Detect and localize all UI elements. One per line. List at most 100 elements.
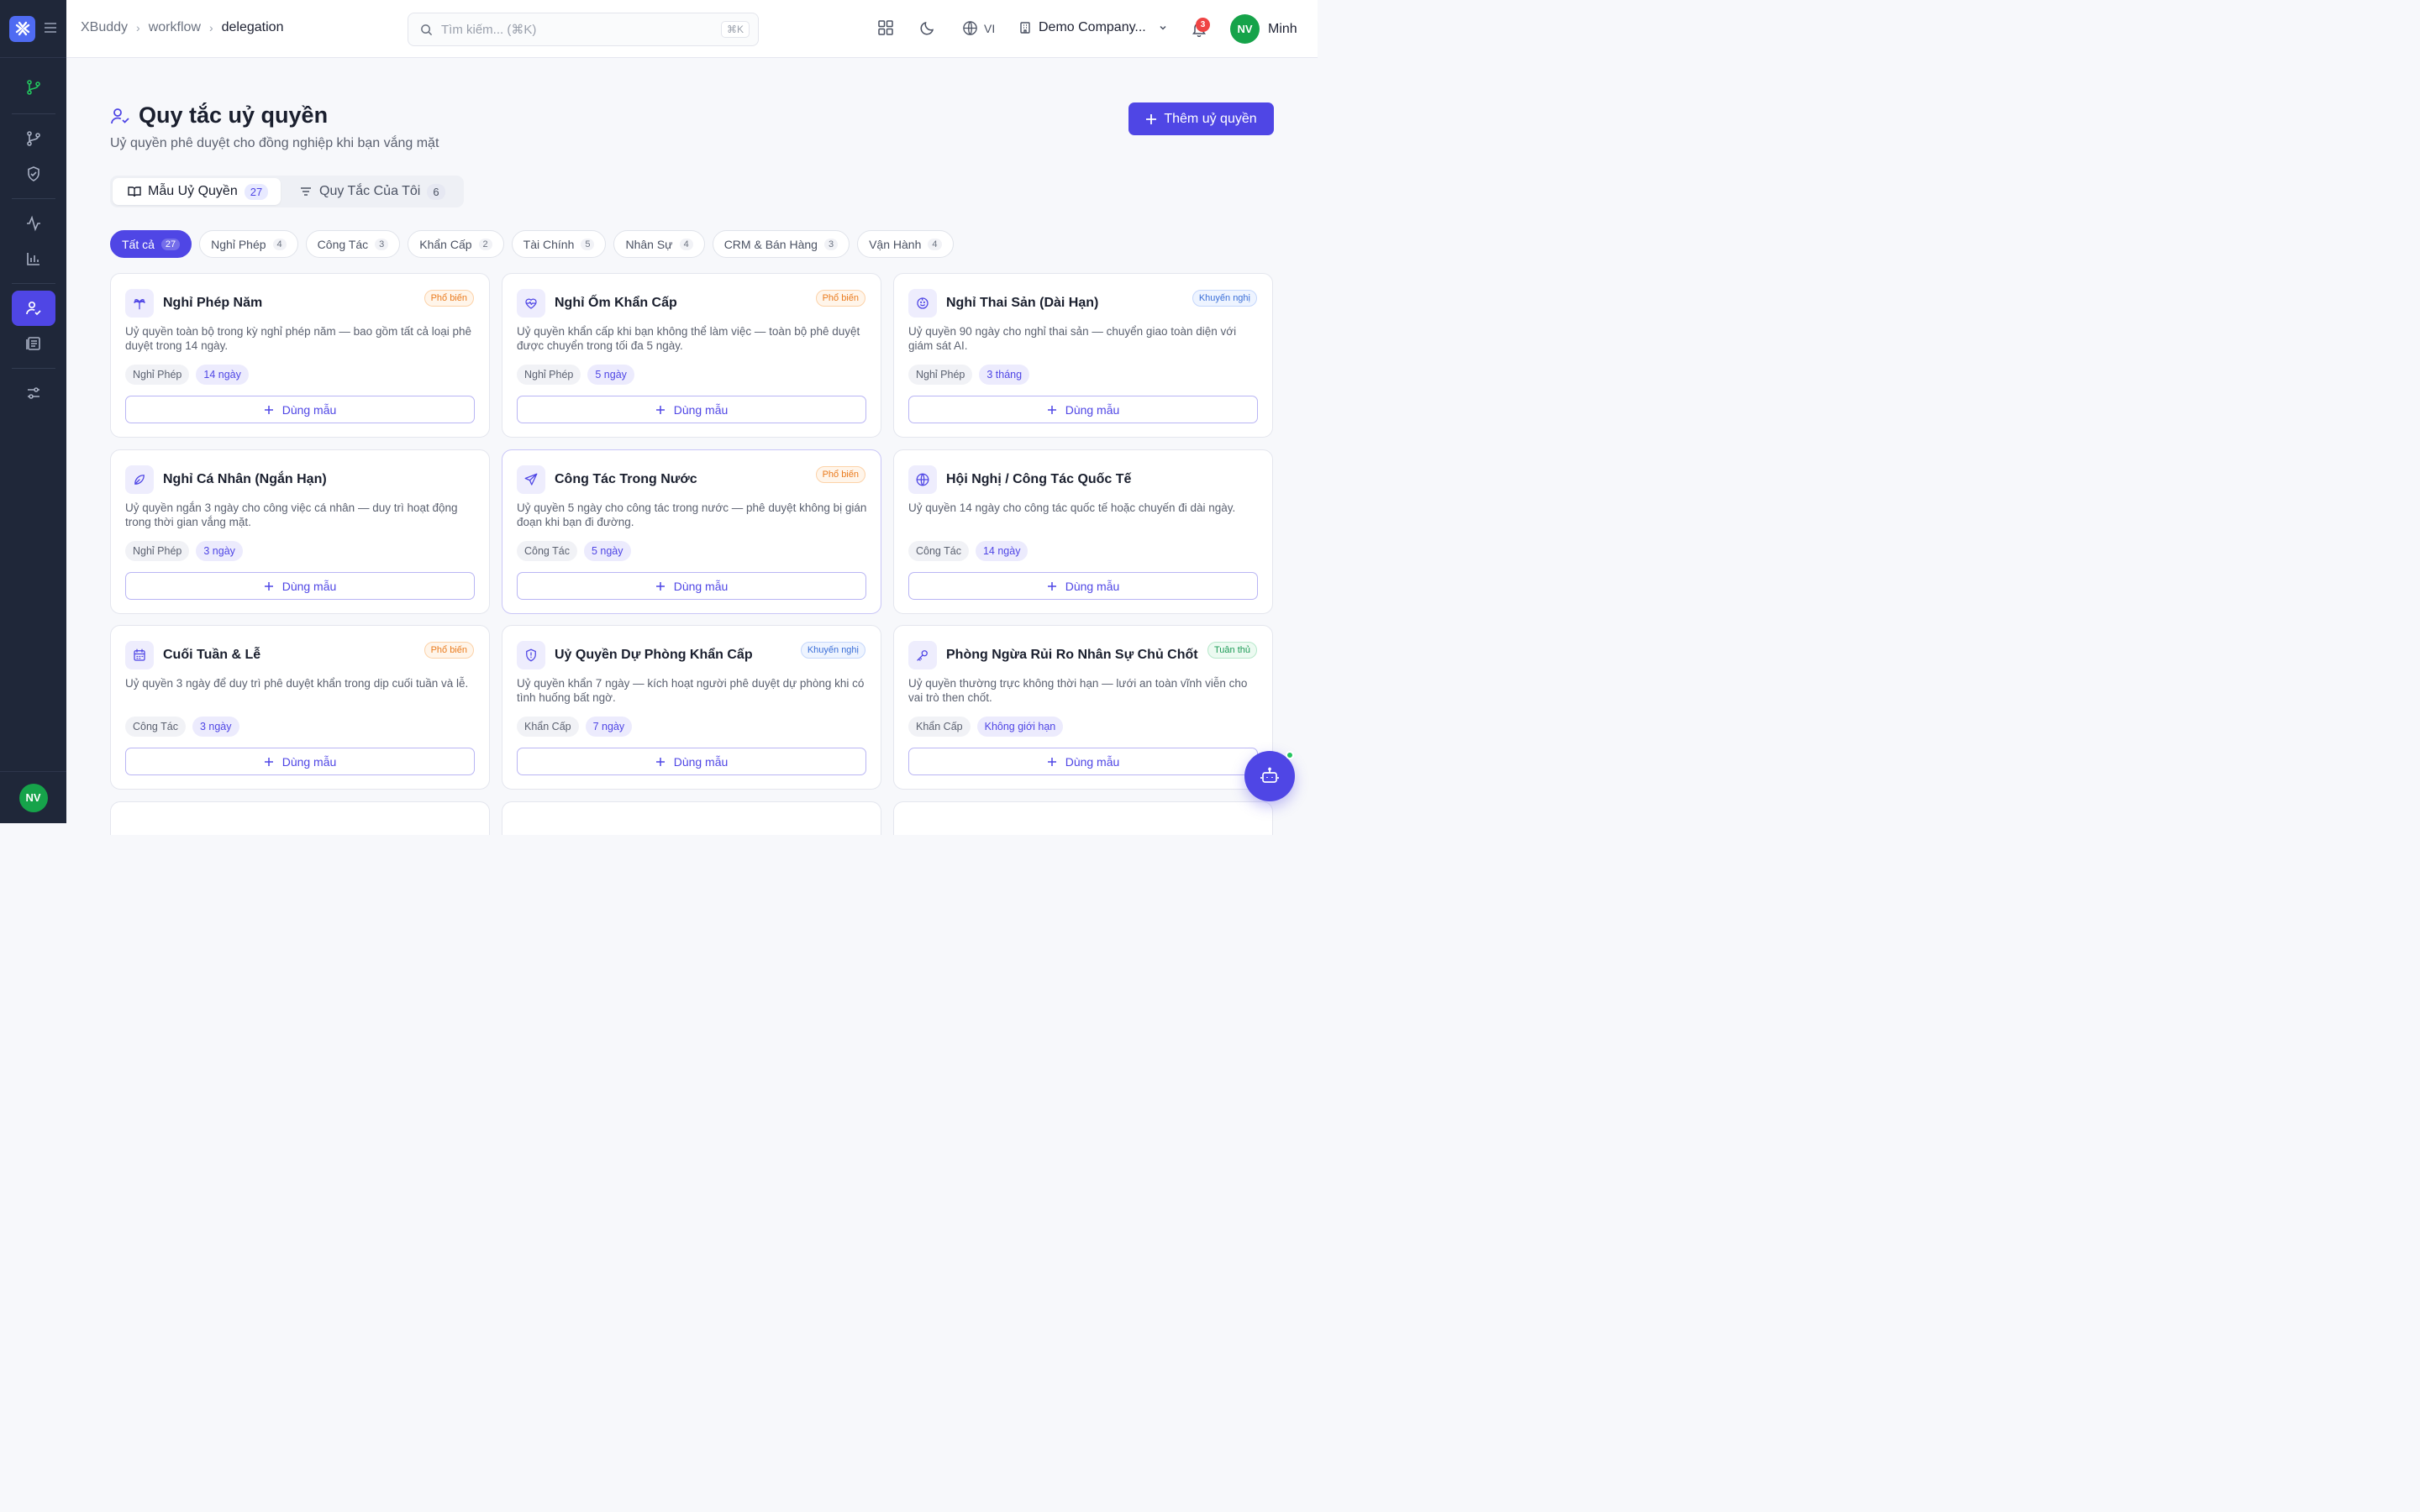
apps-grid-icon[interactable] — [877, 19, 894, 40]
use-template-button[interactable]: Dùng mẫu — [517, 748, 866, 775]
chevron-right-icon: › — [136, 21, 140, 34]
template-card[interactable]: Nghỉ Ốm Khẩn Cấp Phổ biến Uỷ quyền khẩn cấ… — [502, 273, 881, 438]
category-tag: Khẩn Cấp — [908, 717, 971, 737]
online-status-dot — [1286, 751, 1294, 759]
template-card[interactable]: Nghỉ Cá Nhân (Ngắn Hạn) Uỷ quyền ngắn 3 n… — [110, 449, 490, 614]
branch-icon[interactable] — [12, 121, 55, 156]
view-tabs: Mẫu Uỷ Quyền 27 Quy Tắc Của Tôi 6 — [110, 176, 464, 207]
shield-check-icon[interactable] — [12, 156, 55, 192]
category-tag: Nghỉ Phép — [517, 365, 581, 385]
avatar[interactable]: NV — [18, 783, 48, 812]
card-badge: Phổ biến — [424, 642, 474, 659]
language-switcher[interactable]: VI — [962, 20, 995, 36]
activity-icon[interactable] — [12, 206, 55, 241]
workflow-icon[interactable] — [12, 70, 55, 105]
use-template-button[interactable]: Dùng mẫu — [517, 572, 866, 600]
filter-chip-operations[interactable]: Vận Hành 4 — [857, 230, 954, 258]
sidebar-footer: NV — [0, 771, 66, 823]
language-label: VI — [984, 21, 996, 35]
chevron-down-icon — [1158, 23, 1168, 33]
filter-chip-all[interactable]: Tất cả 27 — [110, 230, 192, 258]
page-title: Quy tắc uỷ quyền — [139, 102, 329, 128]
template-card[interactable]: Công Tác Trong Nước Phổ biến Uỷ quyền 5 ng… — [502, 449, 881, 614]
user-menu[interactable]: NV Minh — [1230, 14, 1297, 44]
filter-label: CRM & Bán Hàng — [723, 237, 818, 251]
building-icon — [1018, 21, 1032, 34]
filter-chip-leave[interactable]: Nghỉ Phép 4 — [199, 230, 298, 258]
template-card[interactable]: Phòng Ngừa Rủi Ro Nhân Sự Chủ Chốt Tuân t… — [893, 625, 1273, 790]
search-placeholder: Tìm kiếm... (⌘K) — [441, 23, 537, 37]
robot-icon — [1260, 766, 1280, 786]
leaf-icon — [125, 465, 154, 494]
card-tags: Công Tác 3 ngày — [125, 717, 239, 737]
card-description: Uỷ quyền ngắn 3 ngày cho công việc cá nh… — [125, 501, 458, 528]
duration-tag: 7 ngày — [585, 717, 633, 737]
card-tags: Nghỉ Phép 14 ngày — [125, 365, 249, 385]
duration-tag: Không giới hạn — [976, 717, 1064, 737]
duration-tag: 3 ngày — [196, 541, 243, 561]
card-description: Uỷ quyền 3 ngày để duy trì phê duyệt khẩ… — [125, 677, 469, 690]
template-card[interactable]: Nghỉ Thai Sản (Dài Hạn) Khuyến nghị Uỷ quy… — [893, 273, 1273, 438]
card-title: Phòng Ngừa Rủi Ro Nhân Sự Chủ Chốt — [946, 648, 1198, 662]
use-template-button[interactable]: Dùng mẫu — [125, 396, 475, 423]
app-logo-icon[interactable] — [9, 15, 35, 42]
use-template-button[interactable]: Dùng mẫu — [125, 572, 475, 600]
filter-lines-icon — [299, 185, 313, 198]
category-tag: Khẩn Cấp — [517, 717, 579, 737]
tab-templates[interactable]: Mẫu Uỷ Quyền 27 — [113, 178, 281, 205]
use-template-button[interactable]: Dùng mẫu — [125, 748, 475, 775]
plus-icon — [1047, 405, 1057, 415]
card-badge: Phổ biến — [424, 290, 474, 307]
document-list-icon[interactable] — [12, 326, 55, 361]
card-description: Uỷ quyền khẩn 7 ngày — kích hoạt người p… — [517, 677, 865, 704]
filter-chip-crm-sales[interactable]: CRM & Bán Hàng 3 — [712, 230, 850, 258]
breadcrumb-item[interactable]: XBuddy — [81, 20, 128, 35]
bar-chart-icon[interactable] — [12, 241, 55, 276]
card-description: Uỷ quyền 14 ngày cho công tác quốc tế ho… — [908, 501, 1236, 514]
card-title: Uỷ Quyền Dự Phòng Khẩn Cấp — [555, 648, 753, 662]
use-template-label: Dùng mẫu — [673, 402, 729, 417]
company-selector[interactable]: Demo Company... — [1018, 20, 1168, 35]
breadcrumb: XBuddy › workflow › delegation — [81, 20, 283, 35]
filter-chip-emergency[interactable]: Khẩn Cấp 2 — [408, 230, 504, 258]
card-description: Uỷ quyền toàn bộ trong kỳ nghỉ phép năm … — [125, 325, 472, 352]
dark-mode-moon-icon[interactable] — [919, 19, 936, 40]
plus-icon — [655, 405, 666, 415]
breadcrumb-item[interactable]: workflow — [149, 20, 201, 35]
search-input[interactable]: Tìm kiếm... (⌘K) ⌘K — [408, 13, 759, 46]
filter-count: 3 — [375, 238, 389, 250]
add-delegation-button[interactable]: Thêm uỷ quyền — [1128, 102, 1274, 135]
plus-icon — [655, 757, 666, 767]
card-badge: Khuyến nghị — [800, 642, 865, 659]
card-tags: Khẩn Cấp Không giới hạn — [908, 717, 1064, 737]
filter-chip-finance[interactable]: Tài Chính 5 — [511, 230, 607, 258]
template-card-partial[interactable] — [893, 801, 1273, 835]
template-card-partial[interactable] — [502, 801, 881, 835]
tab-my-rules[interactable]: Quy Tắc Của Tôi 6 — [284, 178, 457, 205]
baby-face-icon — [908, 289, 937, 318]
filter-label: Vận Hành — [869, 237, 922, 251]
use-template-button[interactable]: Dùng mẫu — [908, 572, 1258, 600]
settings-sliders-icon[interactable] — [12, 375, 55, 411]
delegation-icon[interactable] — [11, 291, 55, 326]
add-delegation-label: Thêm uỷ quyền — [1164, 111, 1257, 126]
sidebar: NV — [0, 0, 66, 823]
filter-chip-hr[interactable]: Nhân Sự 4 — [613, 230, 705, 258]
template-card-partial[interactable] — [110, 801, 490, 835]
use-template-label: Dùng mẫu — [673, 579, 729, 593]
use-template-button[interactable]: Dùng mẫu — [908, 748, 1258, 775]
menu-toggle-icon[interactable] — [44, 20, 57, 38]
use-template-button[interactable]: Dùng mẫu — [908, 396, 1258, 423]
search-icon — [420, 24, 433, 36]
globe-icon — [962, 20, 978, 36]
plus-icon — [264, 405, 274, 415]
template-card[interactable]: Nghỉ Phép Năm Phổ biến Uỷ quyền toàn bộ tr… — [110, 273, 490, 438]
use-template-button[interactable]: Dùng mẫu — [517, 396, 866, 423]
sidebar-divider — [11, 198, 55, 199]
filter-chip-business-trip[interactable]: Công Tác 3 — [305, 230, 401, 258]
template-card[interactable]: Hội Nghị / Công Tác Quốc Tế Uỷ quyền 14 n… — [893, 449, 1273, 614]
template-card[interactable]: Uỷ Quyền Dự Phòng Khẩn Cấp Khuyến nghị Uỷ … — [502, 625, 881, 790]
filter-label: Khẩn Cấp — [419, 237, 472, 251]
topbar: XBuddy › workflow › delegation Tìm kiếm.… — [66, 0, 1318, 58]
template-card[interactable]: Cuối Tuần & Lễ Phổ biến Uỷ quyền 3 ngày để… — [110, 625, 490, 790]
